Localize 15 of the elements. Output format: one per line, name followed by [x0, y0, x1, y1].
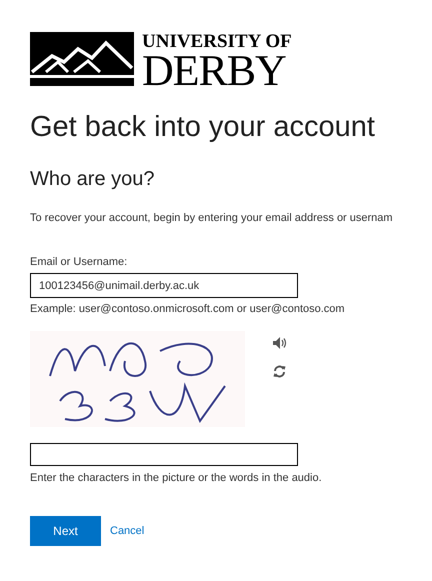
logo-text: UNIVERSITY OF	[142, 32, 292, 51]
mountains-logo-icon	[30, 32, 134, 86]
field-label: Email or Username:	[30, 254, 128, 270]
section-heading: Who are you?	[30, 167, 156, 192]
intro-text: To recover your account, begin by entering your email address or usernam	[30, 211, 393, 226]
example-text: Example: user@contoso.onmicrosoft.com or user@contoso.com	[30, 302, 345, 318]
captcha-field[interactable]	[30, 442, 298, 466]
email-field[interactable]: 100123456@unimail.derby.ac.uk	[30, 273, 298, 298]
next-button[interactable]: Next	[30, 516, 101, 546]
refresh-icon[interactable]	[273, 364, 286, 378]
logo-text: DERBY	[142, 51, 286, 91]
page-title: Get back into your account	[30, 110, 376, 145]
speaker-icon[interactable]	[273, 336, 287, 349]
cancel-link[interactable]: Cancel	[110, 523, 144, 540]
hint-text: Enter the characters in the picture or the words in the audio.	[30, 470, 322, 486]
